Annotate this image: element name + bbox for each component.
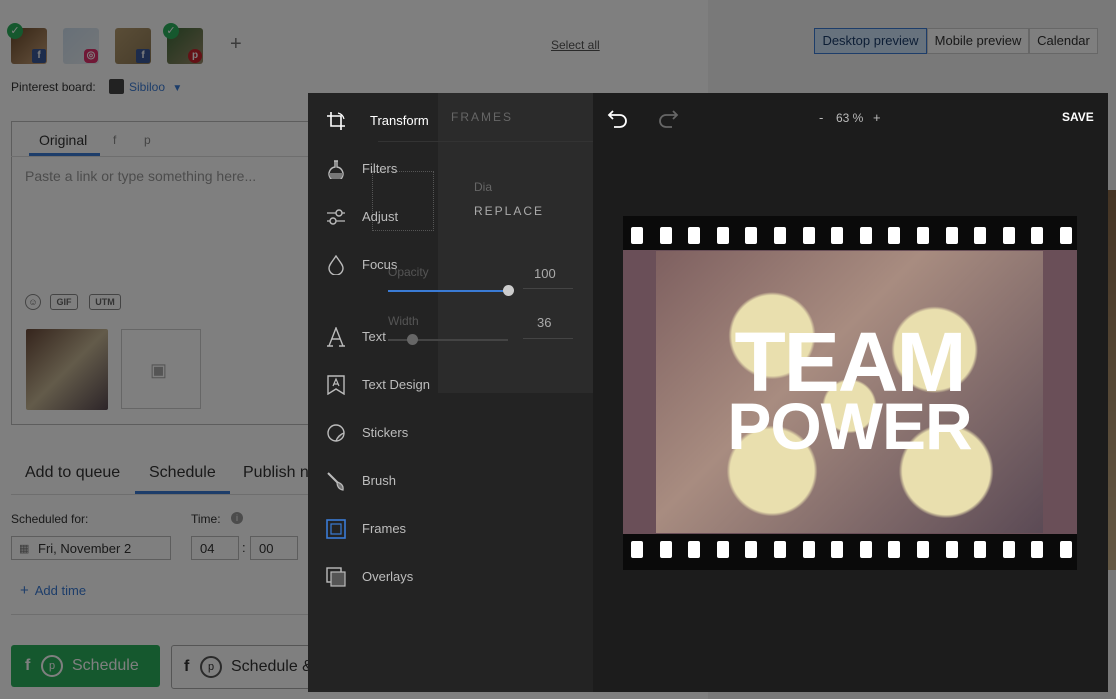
text-icon [327,327,345,347]
save-button[interactable]: SAVE [1062,110,1094,124]
overlay-icon [326,567,346,587]
zoom-in-button[interactable]: + [873,110,881,125]
film-hole [945,227,958,244]
opacity-slider-track[interactable] [388,290,508,292]
tool-label: Frames [362,521,407,536]
film-hole [745,541,758,558]
film-hole [716,541,729,558]
film-hole [659,541,672,558]
drop-icon [328,255,344,275]
tool-sidebar: FRAMES Dia REPLACE Opacity 100 Width 36 … [308,93,593,692]
tool-text[interactable]: Text [308,317,593,357]
film-hole [888,541,901,558]
tool-focus[interactable]: Focus [308,245,593,285]
image-text-power: POWER [727,389,972,463]
film-hole [631,541,643,558]
film-hole [945,541,958,558]
film-hole [831,227,844,244]
film-hole [745,227,758,244]
film-hole [859,227,872,244]
tool-label: Brush [362,473,396,488]
tool-stickers[interactable]: Stickers [308,413,593,453]
tool-brush[interactable]: Brush [308,461,593,501]
image-editor: FRAMES Dia REPLACE Opacity 100 Width 36 … [308,93,1108,692]
film-hole [917,541,929,558]
film-hole [802,541,815,558]
film-hole [888,227,901,244]
film-hole [1060,541,1072,558]
film-hole [716,227,729,244]
film-hole [859,541,872,558]
film-hole [974,227,987,244]
redo-icon[interactable] [657,107,679,129]
text-design-icon [327,375,345,395]
film-hole [1002,227,1015,244]
divider [378,141,593,142]
film-hole [774,541,786,558]
undo-icon[interactable] [607,107,629,129]
film-hole [802,227,815,244]
film-hole [917,227,929,244]
zoom-out-button[interactable]: - [819,110,823,125]
film-hole [1031,541,1044,558]
framed-image[interactable]: TEAM POWER [623,216,1077,570]
tool-frames[interactable]: Frames [308,509,593,549]
tool-adjust[interactable]: Adjust [308,197,593,237]
tool-filters[interactable]: Filters [308,149,593,189]
tool-overlays[interactable]: Overlays [308,557,593,597]
brush-icon [327,472,344,491]
crop-icon [327,112,345,130]
film-hole [1002,541,1015,558]
tool-label: Stickers [362,425,409,440]
tool-text-design[interactable]: Text Design [308,365,593,405]
flask-icon [328,160,344,179]
zoom-level: 63 % [836,111,864,125]
tool-label: Text [362,329,386,344]
film-hole [831,541,844,558]
film-hole [1060,227,1072,244]
sticker-icon [327,424,345,442]
sliders-icon [327,209,345,225]
film-hole [974,541,987,558]
film-hole [774,227,786,244]
tool-label: Focus [362,257,398,272]
tool-transform[interactable]: Transform [308,101,593,141]
film-hole [631,227,643,244]
tool-label: Transform [370,113,429,128]
tool-label: Overlays [362,569,414,584]
opacity-slider-handle[interactable] [503,285,514,296]
film-hole [688,541,701,558]
film-hole [659,227,672,244]
frame-icon [326,519,346,539]
tool-label: Adjust [362,209,399,224]
film-hole [688,227,701,244]
tool-label: Text Design [362,377,430,392]
canvas-area: - 63 % + SAVE TEAM POWER [593,93,1108,692]
film-hole [1031,227,1044,244]
divider [523,288,573,289]
tool-label: Filters [362,161,398,176]
